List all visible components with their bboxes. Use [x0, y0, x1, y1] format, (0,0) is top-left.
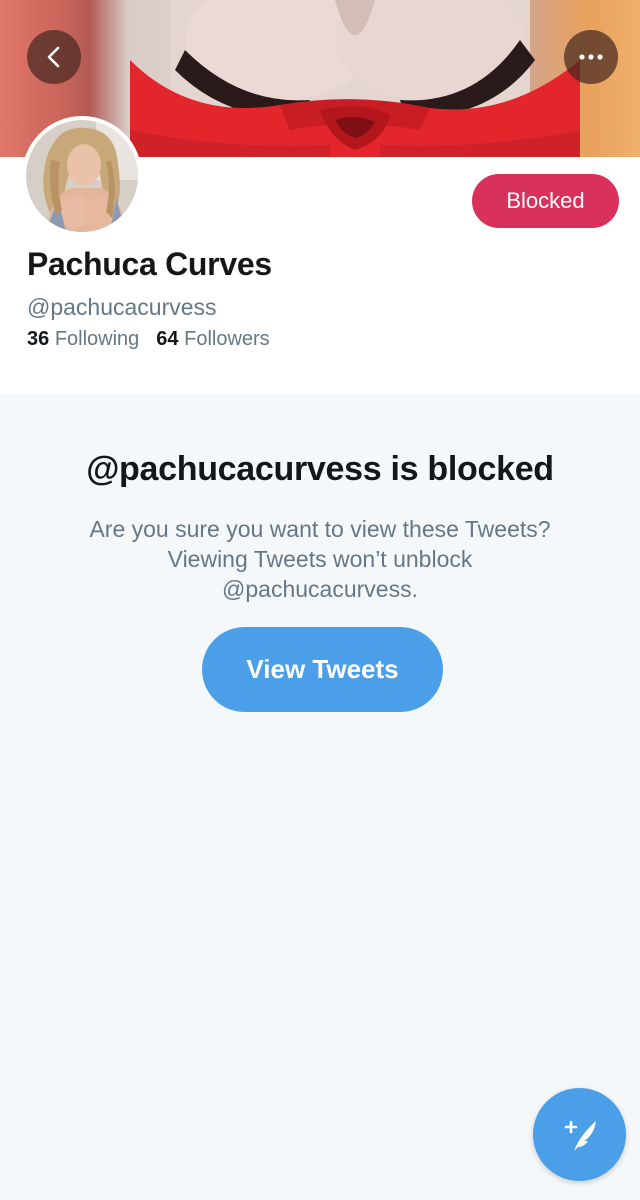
blocked-title: @pachucacurvess is blocked [86, 450, 554, 488]
following-count: 36 [27, 328, 50, 350]
user-handle: @pachucacurvess [27, 294, 217, 320]
banner-image [130, 0, 580, 157]
followers-count: 64 [156, 328, 179, 350]
compose-tweet-button[interactable] [533, 1088, 626, 1181]
avatar[interactable] [22, 116, 142, 236]
blocked-message-line: Are you sure you want to view these Twee… [89, 516, 551, 542]
follow-stats: 36 Following 64 Followers [27, 328, 270, 351]
chevron-left-icon [47, 46, 60, 68]
followers-link[interactable]: 64 Followers [156, 328, 269, 350]
more-options-button[interactable] [564, 30, 618, 84]
blocked-message: Are you sure you want to view these Twee… [40, 514, 600, 604]
display-name: Pachuca Curves [27, 246, 272, 282]
followers-label: Followers [184, 328, 270, 350]
following-label: Following [54, 328, 140, 350]
compose-tweet-icon [564, 1120, 596, 1151]
view-tweets-button[interactable]: View Tweets [202, 627, 443, 712]
avatar-image [26, 120, 138, 232]
more-horizontal-icon [579, 54, 603, 60]
following-link[interactable]: 36 Following [27, 328, 139, 350]
blocked-message-line: Viewing Tweets won’t unblock [167, 546, 473, 572]
blocked-button[interactable]: Blocked [472, 174, 619, 228]
blocked-message-line: @pachucacurvess. [222, 576, 418, 602]
back-button[interactable] [27, 30, 81, 84]
